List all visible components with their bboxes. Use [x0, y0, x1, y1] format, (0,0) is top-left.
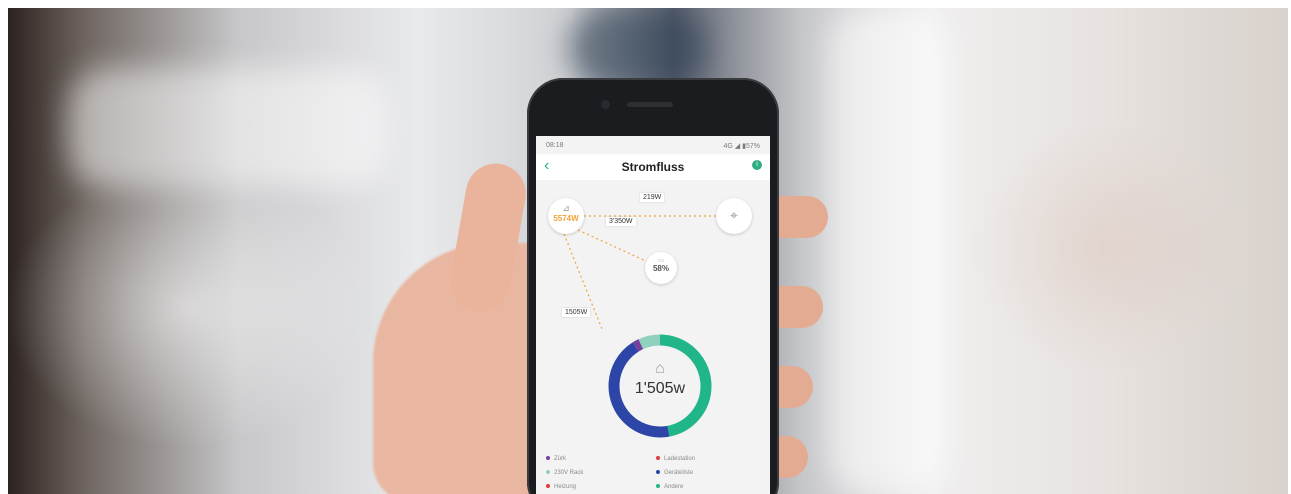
legend-item: Ladestation [656, 456, 695, 462]
legend-dot [546, 470, 550, 475]
earpiece-speaker [627, 102, 673, 107]
legend-dot [656, 470, 660, 475]
legend-item: 230V Rack [546, 470, 583, 476]
legend-dot [656, 484, 660, 489]
blurred-background-window [828, 8, 948, 494]
battery-icon: ▭ [658, 258, 664, 264]
front-camera [601, 100, 610, 109]
battery-percent: 58% [652, 264, 669, 273]
consumption-donut-chart[interactable]: ⌂ 1'505w [605, 331, 715, 441]
legend-item: Heizung [546, 484, 576, 490]
power-pylon-icon: ⌖ [730, 207, 738, 223]
consumption-total: 1'505w [634, 380, 686, 397]
legend-dot [546, 484, 550, 489]
donut-center: ⌂ 1'505w [605, 331, 715, 441]
legend-label: 230V Rack [554, 470, 584, 476]
legend-item: Andere [656, 484, 683, 490]
blurred-background-person [568, 8, 708, 88]
legend-dot [656, 456, 660, 461]
grid-flow-label: 219W [640, 193, 665, 202]
house-flow-label: 1505W [562, 308, 591, 317]
grid-node[interactable]: ⌖ [716, 198, 752, 234]
legend-label: Ladestation [664, 456, 696, 462]
solar-panel-icon: ⊿ [562, 203, 570, 213]
battery-flow-label: 3'350W [606, 217, 636, 226]
solar-node[interactable]: ⊿ 5574W [548, 198, 584, 234]
legend-dot [546, 456, 550, 461]
legend-item: Geräteliste [656, 470, 693, 476]
blurred-background-cushion [68, 68, 388, 188]
app-screen: 08:18 4G ◢ ▮57% ‹ Stromfluss i ⊿ 5574W ⌖ [536, 136, 770, 494]
legend-label: Andere [664, 484, 684, 490]
consumption-legend: Zürk Ladestation 230V Rack Geräteliste Heizu… [546, 456, 760, 494]
battery-node[interactable]: ▭ 58% [645, 252, 677, 284]
smartphone: 08:18 4G ◢ ▮57% ‹ Stromfluss i ⊿ 5574W ⌖ [527, 78, 779, 494]
flow-line-solar-battery [577, 229, 649, 263]
legend-label: Zürk [554, 456, 566, 462]
background-photo: 08:18 4G ◢ ▮57% ‹ Stromfluss i ⊿ 5574W ⌖ [8, 8, 1288, 494]
legend-label: Heizung [554, 484, 577, 490]
solar-value: 5574W [553, 214, 579, 223]
house-icon: ⌂ [655, 360, 665, 377]
legend-item: Zürk [546, 456, 566, 462]
legend-label: Geräteliste [664, 470, 694, 476]
